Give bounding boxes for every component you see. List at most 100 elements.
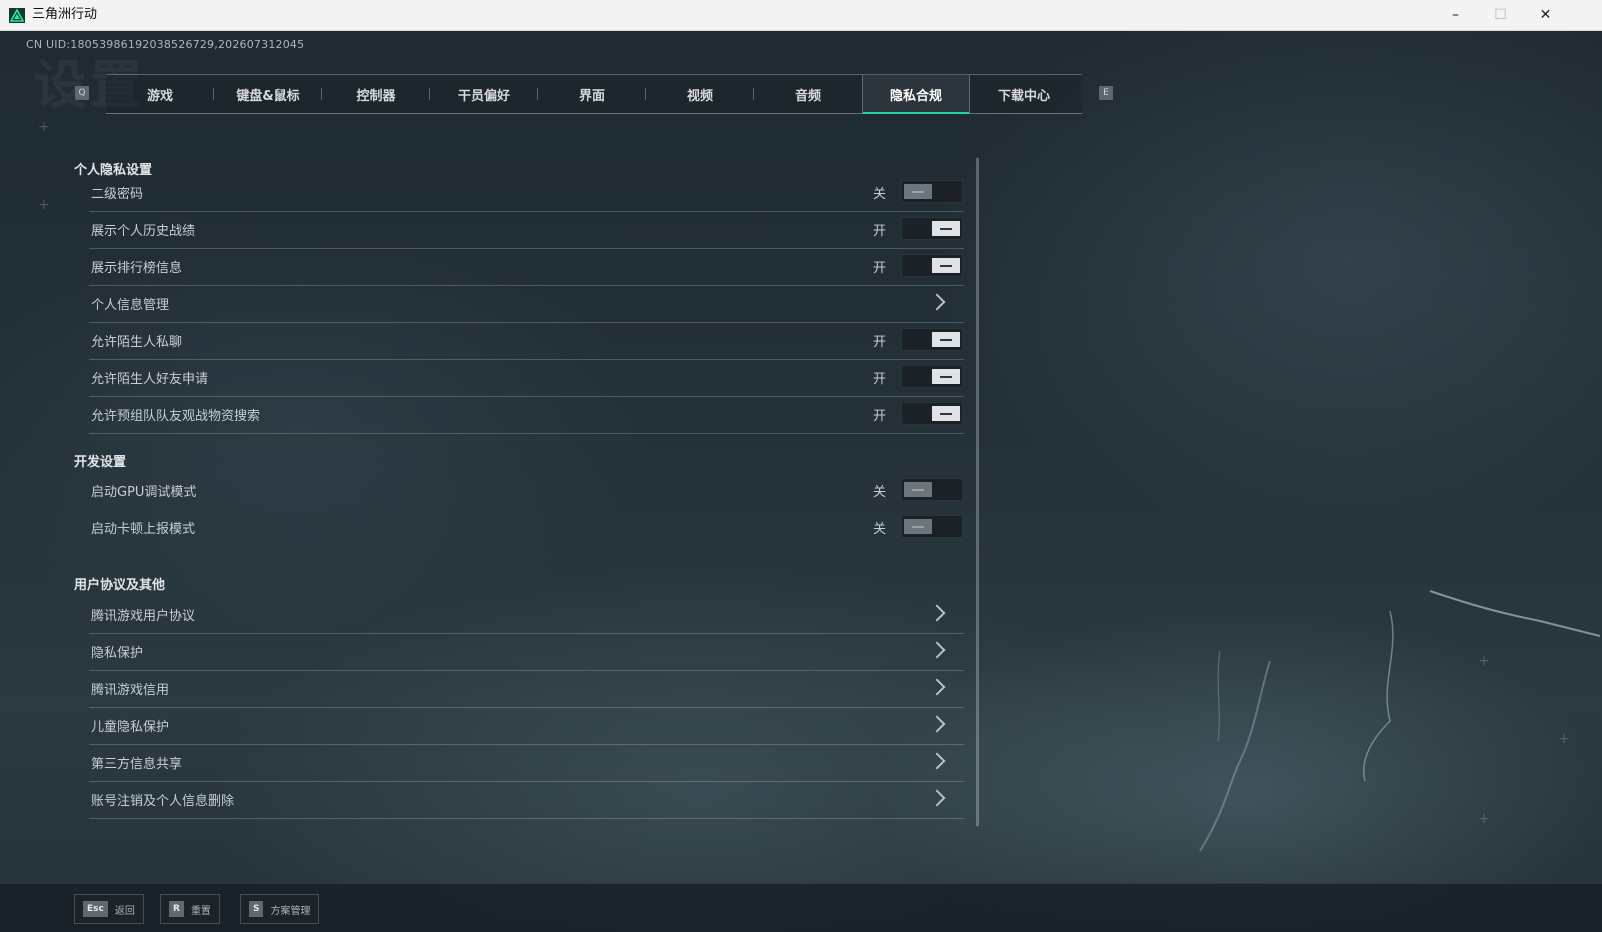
link-row-privacy-protection[interactable]: 隐私保护	[89, 633, 964, 671]
tab-game[interactable]: 游戏	[106, 75, 214, 113]
toggle-state-text: 开	[873, 372, 887, 387]
setting-row-secondary-password[interactable]: 二级密码 关	[89, 174, 964, 212]
minimize-icon: –	[1452, 7, 1459, 23]
toggle-knob	[932, 258, 960, 273]
link-row-user-agreement[interactable]: 腾讯游戏用户协议	[89, 596, 964, 634]
toggle-state-text: 开	[873, 261, 887, 276]
chevron-right-icon	[928, 789, 946, 807]
bottom-action-bar: Esc 返回 R 重置 S 方案管理	[0, 883, 1602, 932]
chevron-right-icon	[928, 604, 946, 622]
setting-label: 允许陌生人好友申请	[91, 372, 209, 387]
toggle-switch[interactable]	[901, 402, 963, 425]
crosshair-decoration: +	[1478, 811, 1490, 827]
settings-screen: + + + + + CN UID:1805398619203852672​9,2…	[0, 31, 1602, 932]
toggle-state-text: 开	[873, 335, 887, 350]
tab-label: 界面	[578, 88, 605, 104]
settings-tab-bar: 游戏 键盘&鼠标 控制器 干员偏好 界面 视频 音频 隐私合规 下载中心	[106, 74, 1082, 114]
back-label: 返回	[114, 905, 135, 917]
close-icon: ✕	[1539, 7, 1552, 23]
maximize-icon: ☐	[1494, 7, 1507, 23]
tab-download-center[interactable]: 下载中心	[970, 75, 1078, 113]
setting-row-show-history[interactable]: 展示个人历史战绩 开	[89, 211, 964, 249]
next-tab-key-hint[interactable]: E	[1099, 86, 1113, 100]
toggle-switch[interactable]	[901, 365, 963, 388]
tab-label: 视频	[686, 88, 713, 104]
setting-label: 展示排行榜信息	[91, 261, 183, 276]
chevron-right-icon	[928, 715, 946, 733]
list-scrollbar[interactable]	[976, 158, 979, 826]
setting-label: 启动卡顿上报模式	[91, 522, 196, 537]
link-row-account-deletion[interactable]: 账号注销及个人信息删除	[89, 781, 964, 819]
setting-row-show-leaderboard[interactable]: 展示排行榜信息 开	[89, 248, 964, 286]
tab-label: 音频	[794, 88, 821, 104]
setting-row-stranger-friend-request[interactable]: 允许陌生人好友申请 开	[89, 359, 964, 397]
setting-label: 隐私保护	[91, 646, 144, 661]
setting-label: 腾讯游戏用户协议	[91, 609, 196, 624]
chevron-right-icon	[928, 752, 946, 770]
setting-row-stutter-report[interactable]: 启动卡顿上报模式 关	[89, 509, 964, 546]
setting-row-stranger-chat[interactable]: 允许陌生人私聊 开	[89, 322, 964, 360]
toggle-state-text: 关	[873, 485, 887, 500]
close-button[interactable]: ✕	[1523, 0, 1568, 30]
plan-management-button[interactable]: S 方案管理	[240, 894, 320, 924]
toggle-switch[interactable]	[901, 478, 963, 501]
key-hint-s: S	[249, 901, 264, 917]
toggle-switch[interactable]	[901, 328, 963, 351]
setting-label: 启动GPU调试模式	[91, 485, 197, 500]
setting-row-teammate-spectate-loot[interactable]: 允许预组队队友观战物资搜索 开	[89, 396, 964, 434]
tab-label: 游戏	[146, 88, 173, 104]
chevron-right-icon	[928, 678, 946, 696]
maximize-button[interactable]: ☐	[1478, 0, 1523, 30]
chevron-right-icon	[928, 293, 946, 311]
toggle-switch[interactable]	[901, 254, 963, 277]
tab-video[interactable]: 视频	[646, 75, 754, 113]
link-row-game-credit[interactable]: 腾讯游戏信用	[89, 670, 964, 708]
section-title-agreements: 用户协议及其他	[74, 578, 166, 593]
tab-interface[interactable]: 界面	[538, 75, 646, 113]
minimize-button[interactable]: –	[1433, 0, 1478, 30]
plan-management-label: 方案管理	[270, 905, 311, 917]
crosshair-decoration: +	[1558, 731, 1570, 747]
key-hint-r: R	[169, 901, 184, 917]
chevron-right-icon	[928, 641, 946, 659]
window-title: 三角洲行动	[32, 7, 98, 22]
tab-operator-preference[interactable]: 干员偏好	[430, 75, 538, 113]
setting-label: 允许预组队队友观战物资搜索	[91, 409, 261, 424]
crosshair-decoration: +	[38, 197, 50, 213]
tab-label: 干员偏好	[457, 88, 510, 104]
prev-tab-key-hint[interactable]: Q	[75, 86, 89, 100]
reset-label: 重置	[190, 905, 211, 917]
toggle-state-text: 关	[873, 522, 887, 537]
toggle-switch[interactable]	[901, 180, 963, 203]
setting-row-personal-info-management[interactable]: 个人信息管理	[89, 285, 964, 323]
crosshair-decoration: +	[1478, 653, 1490, 669]
toggle-state-text: 开	[873, 409, 887, 424]
back-button[interactable]: Esc 返回	[74, 894, 144, 924]
reset-button[interactable]: R 重置	[160, 894, 220, 924]
setting-label: 允许陌生人私聊	[91, 335, 183, 350]
setting-label: 儿童隐私保护	[91, 720, 170, 735]
toggle-knob	[932, 221, 960, 236]
toggle-knob	[932, 369, 960, 384]
tab-audio[interactable]: 音频	[754, 75, 862, 113]
link-row-child-privacy[interactable]: 儿童隐私保护	[89, 707, 964, 745]
setting-row-gpu-debug[interactable]: 启动GPU调试模式 关	[89, 472, 964, 509]
tab-privacy-compliance[interactable]: 隐私合规	[862, 75, 970, 114]
tab-controller[interactable]: 控制器	[322, 75, 430, 113]
toggle-knob	[904, 519, 932, 534]
toggle-knob	[904, 482, 932, 497]
lightning-decoration	[1199, 590, 1600, 852]
setting-label: 账号注销及个人信息删除	[91, 794, 235, 809]
crosshair-decoration: +	[38, 119, 50, 135]
toggle-switch[interactable]	[901, 217, 963, 240]
toggle-knob	[932, 406, 960, 421]
toggle-knob	[932, 332, 960, 347]
tab-label: 隐私合规	[889, 88, 942, 104]
setting-label: 第三方信息共享	[91, 757, 183, 772]
app-logo-icon	[9, 8, 25, 23]
toggle-switch[interactable]	[901, 515, 963, 538]
section-title-dev: 开发设置	[74, 455, 127, 470]
link-row-third-party-sharing[interactable]: 第三方信息共享	[89, 744, 964, 782]
tab-keyboard-mouse[interactable]: 键盘&鼠标	[214, 75, 322, 113]
toggle-state-text: 开	[873, 224, 887, 239]
